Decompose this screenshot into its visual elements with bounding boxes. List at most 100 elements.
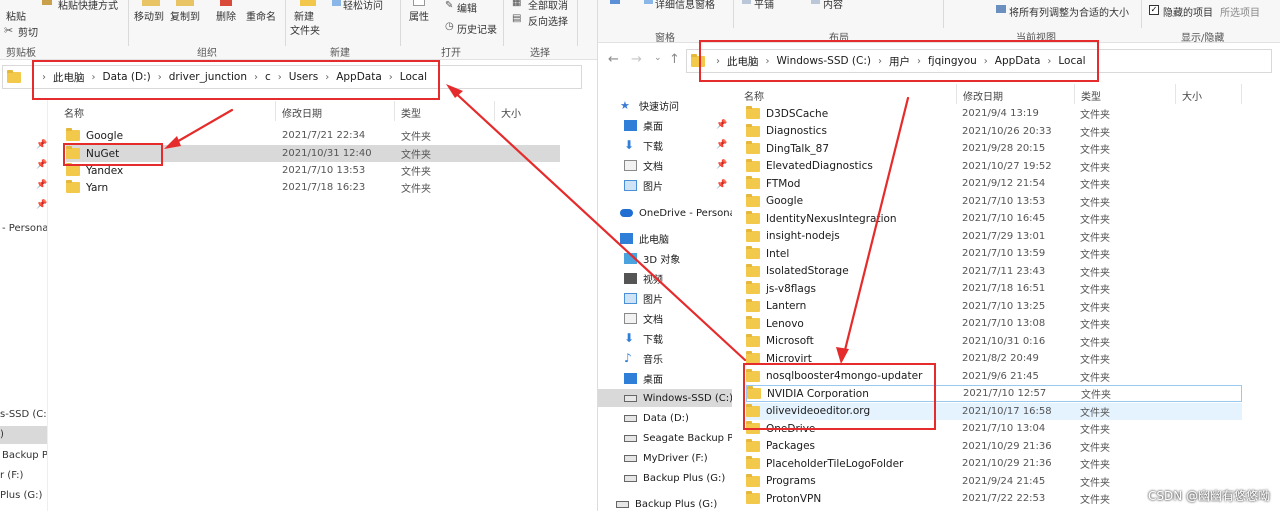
- nav-data-drive-selected[interactable]: ): [0, 426, 47, 444]
- file-row[interactable]: insight-nodejs 2021/7/29 13:01 文件夹: [746, 228, 1242, 245]
- rename-button[interactable]: 重命名: [246, 8, 276, 23]
- nav-music[interactable]: ♪ 音乐: [598, 349, 732, 367]
- nav-desktop-pc[interactable]: 桌面: [598, 369, 732, 387]
- column-modified-header[interactable]: 修改日期: [282, 105, 322, 120]
- left-address-bar[interactable]: › 此电脑 › Data (D:) › driver_junction › c …: [2, 65, 582, 89]
- column-size-header[interactable]: 大小: [501, 105, 521, 120]
- file-row[interactable]: Packages 2021/10/29 21:36 文件夹: [746, 438, 1242, 455]
- new-folder-button[interactable]: 新建: [294, 8, 314, 23]
- nav-backup-plus[interactable]: Backup Plus (G:): [598, 469, 732, 487]
- nav-seagate-partial[interactable]: Backup P: [2, 450, 47, 461]
- file-row[interactable]: OneDrive 2021/7/10 13:04 文件夹: [746, 420, 1242, 437]
- file-row[interactable]: js-v8flags 2021/7/18 16:51 文件夹: [746, 280, 1242, 297]
- file-row[interactable]: PlaceholderTileLogoFolder 2021/10/29 21:3…: [746, 455, 1242, 472]
- file-row[interactable]: ElevatedDiagnostics 2021/10/27 19:52 文件夹: [746, 158, 1242, 175]
- nav-downloads[interactable]: ⬇ 下载 📌: [598, 136, 732, 154]
- nav-pictures-pc[interactable]: 图片: [598, 289, 732, 307]
- breadcrumb-driver-junction[interactable]: driver_junction: [169, 71, 247, 83]
- edit-button[interactable]: 编辑: [457, 0, 477, 15]
- file-row[interactable]: D3DSCache 2021/9/4 13:19 文件夹: [746, 105, 1242, 122]
- details-pane-button[interactable]: 详细信息窗格: [655, 0, 715, 11]
- breadcrumb-local[interactable]: Local: [400, 71, 427, 83]
- right-address-bar[interactable]: › 此电脑 › Windows-SSD (C:) › 用户 › fjqingyo…: [686, 49, 1272, 73]
- properties-button[interactable]: 属性: [409, 8, 429, 23]
- folder-icon: [66, 128, 80, 141]
- breadcrumb-fjqingyou[interactable]: fjqingyou: [928, 55, 977, 67]
- column-name-header[interactable]: 名称: [744, 88, 764, 103]
- breadcrumb-c[interactable]: c: [265, 71, 271, 83]
- nav-desktop[interactable]: 桌面 📌: [598, 116, 732, 134]
- delete-button[interactable]: 删除: [216, 8, 236, 23]
- recent-chevron-down-icon[interactable]: ⌄: [654, 53, 662, 63]
- nav-data-drive[interactable]: Data (D:): [598, 409, 732, 427]
- breadcrumb-appdata[interactable]: AppData: [995, 55, 1041, 67]
- file-row[interactable]: Yandex 2021/7/10 13:53 文件夹: [66, 162, 560, 179]
- up-arrow-icon[interactable]: ↑: [669, 52, 680, 67]
- paste-button[interactable]: 粘贴: [6, 8, 26, 23]
- breadcrumb-local[interactable]: Local: [1058, 55, 1085, 67]
- nav-mydriver-partial[interactable]: r (F:): [0, 470, 23, 481]
- file-row[interactable]: IsolatedStorage 2021/7/11 23:43 文件夹: [746, 263, 1242, 280]
- breadcrumb-appdata[interactable]: AppData: [336, 71, 382, 83]
- file-row[interactable]: nosqlbooster4mongo-updater 2021/9/6 21:45…: [746, 368, 1242, 385]
- select-none-button[interactable]: 全部取消: [528, 0, 568, 12]
- hide-selected-button[interactable]: 所选项目: [1220, 4, 1260, 19]
- size-all-columns-button[interactable]: 将所有列调整为合适的大小: [1009, 4, 1129, 19]
- file-row[interactable]: Diagnostics 2021/10/26 20:33 文件夹: [746, 123, 1242, 140]
- file-row[interactable]: olivevideoeditor.org 2021/10/17 16:58 文件夹: [746, 402, 1242, 420]
- file-row[interactable]: Lenovo 2021/7/10 13:08 文件夹: [746, 315, 1242, 332]
- nav-quick-access[interactable]: ★ 快速访问: [598, 96, 732, 114]
- breadcrumb-this-pc[interactable]: 此电脑: [53, 70, 85, 85]
- history-button[interactable]: 历史记录: [457, 21, 497, 36]
- breadcrumb-windows-ssd[interactable]: Windows-SSD (C:): [777, 55, 871, 67]
- nav-onedrive[interactable]: OneDrive - Persona: [598, 204, 732, 222]
- paste-shortcut-button[interactable]: 粘贴快捷方式: [58, 0, 118, 12]
- cut-button[interactable]: 剪切: [18, 24, 38, 39]
- column-type-header[interactable]: 类型: [1081, 88, 1101, 103]
- file-row[interactable]: NVIDIA Corporation 2021/7/10 12:57 文件夹: [746, 385, 1242, 402]
- file-row[interactable]: Microsoft 2021/10/31 0:16 文件夹: [746, 333, 1242, 350]
- hidden-items-checkbox[interactable]: ✓: [1149, 5, 1159, 15]
- file-row[interactable]: Microvirt 2021/8/2 20:49 文件夹: [746, 350, 1242, 367]
- easy-access-button[interactable]: 轻松访问: [343, 0, 383, 12]
- nav-this-pc[interactable]: 此电脑: [598, 229, 732, 247]
- invert-selection-button[interactable]: 反向选择: [528, 13, 568, 28]
- breadcrumb-data-drive[interactable]: Data (D:): [103, 71, 151, 83]
- column-type-header[interactable]: 类型: [401, 105, 421, 120]
- content-view-button[interactable]: 内容: [823, 0, 843, 11]
- nav-onedrive-partial[interactable]: - Persona: [2, 223, 47, 234]
- nav-downloads-pc[interactable]: ⬇ 下载: [598, 329, 732, 347]
- file-row[interactable]: Intel 2021/7/10 13:59 文件夹: [746, 245, 1242, 262]
- file-row[interactable]: Google 2021/7/10 13:53 文件夹: [746, 193, 1242, 210]
- breadcrumb-this-pc[interactable]: 此电脑: [727, 54, 759, 69]
- nav-windows-ssd-selected[interactable]: Windows-SSD (C:): [598, 389, 732, 407]
- nav-seagate-backup[interactable]: Seagate Backup P: [598, 429, 732, 447]
- file-row[interactable]: IdentityNexusIntegration 2021/7/10 16:45 文…: [746, 210, 1242, 227]
- file-row[interactable]: Yarn 2021/7/18 16:23 文件夹: [66, 179, 560, 196]
- nav-pictures[interactable]: 图片 📌: [598, 176, 732, 194]
- back-arrow-icon[interactable]: ←: [608, 52, 619, 67]
- nav-documents-pc[interactable]: 文档: [598, 309, 732, 327]
- column-size-header[interactable]: 大小: [1182, 88, 1202, 103]
- file-row[interactable]: DingTalk_87 2021/9/28 20:15 文件夹: [746, 140, 1242, 157]
- nav-videos[interactable]: 视频: [598, 269, 732, 287]
- file-row[interactable]: FTMod 2021/9/12 21:54 文件夹: [746, 175, 1242, 192]
- forward-arrow-icon[interactable]: →: [631, 52, 642, 67]
- file-row[interactable]: Google 2021/7/21 22:34 文件夹: [66, 127, 560, 144]
- properties-icon: [413, 0, 425, 6]
- breadcrumb-users[interactable]: 用户: [889, 54, 910, 69]
- copy-to-button[interactable]: 复制到: [170, 8, 200, 23]
- file-row[interactable]: Lantern 2021/7/10 13:25 文件夹: [746, 298, 1242, 315]
- column-name-header[interactable]: 名称: [64, 105, 84, 120]
- breadcrumb-users[interactable]: Users: [289, 71, 318, 83]
- column-modified-header[interactable]: 修改日期: [963, 88, 1003, 103]
- move-to-button[interactable]: 移动到: [134, 8, 164, 23]
- nav-backup-plus-partial[interactable]: Plus (G:): [0, 490, 42, 501]
- nav-windows-ssd-partial[interactable]: s-SSD (C:): [0, 409, 47, 420]
- nav-backup-plus-network[interactable]: Backup Plus (G:): [598, 495, 732, 511]
- tiles-view-button[interactable]: 平铺: [754, 0, 774, 11]
- nav-3d-objects[interactable]: 3D 对象: [598, 249, 732, 267]
- nav-documents[interactable]: 文档 📌: [598, 156, 732, 174]
- file-row-selected[interactable]: NuGet 2021/10/31 12:40 文件夹: [66, 145, 560, 162]
- nav-mydriver[interactable]: MyDriver (F:): [598, 449, 732, 467]
